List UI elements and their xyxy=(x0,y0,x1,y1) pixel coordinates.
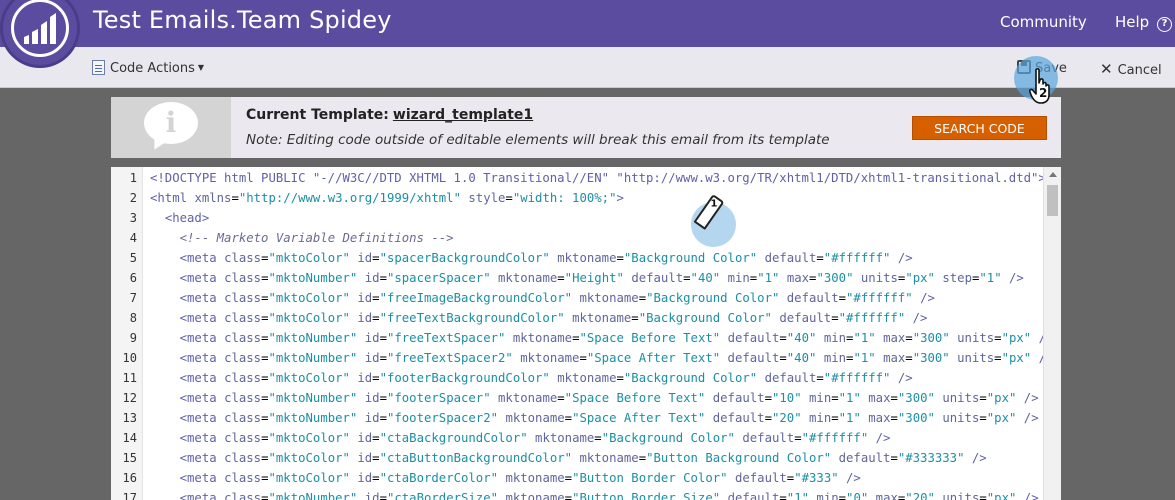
code-line[interactable]: 16 <meta class="mktoColor" id="ctaBorder… xyxy=(111,468,1043,488)
info-i-glyph: i xyxy=(165,106,177,139)
code-text: <meta class="mktoNumber" id="footerSpace… xyxy=(179,391,1039,405)
line-number: 9 xyxy=(129,331,137,345)
code-text: <meta class="mktoColor" id="ctaBackgroun… xyxy=(179,431,891,445)
editor-toolbar: Code Actions▼ Save ✕Cancel xyxy=(0,47,1175,88)
code-actions-menu[interactable]: Code Actions ▼ xyxy=(92,60,204,76)
line-number: 11 xyxy=(122,371,137,385)
code-line[interactable]: 11 <meta class="mktoColor" id="footerBac… xyxy=(111,368,1043,388)
line-number: 12 xyxy=(122,391,137,405)
code-line[interactable]: 7 <meta class="mktoColor" id="freeImageB… xyxy=(111,288,1043,308)
app-header: Test Emails.Team Spidey Community Help ? xyxy=(0,0,1175,47)
page-title: Test Emails.Team Spidey xyxy=(93,6,392,34)
code-text: <meta class="mktoNumber" id="freeTextSpa… xyxy=(179,351,1054,365)
code-text: <!DOCTYPE html PUBLIC "-//W3C//DTD XHTML… xyxy=(150,171,1046,185)
template-warning-note: Note: Editing code outside of editable e… xyxy=(246,132,830,148)
code-line[interactable]: 12 <meta class="mktoNumber" id="footerSp… xyxy=(111,388,1043,408)
line-number: 14 xyxy=(122,431,137,445)
code-actions-label: Code Actions xyxy=(110,61,195,76)
scrollbar-thumb[interactable] xyxy=(1047,185,1058,216)
template-name-link[interactable]: wizard_template1 xyxy=(393,107,533,123)
code-line[interactable]: 17 <meta class="mktoNumber" id="ctaBorde… xyxy=(111,488,1043,500)
code-text: <meta class="mktoColor" id="footerBackgr… xyxy=(179,371,913,385)
code-line[interactable]: 2 <html xmlns="http://www.w3.org/1999/xht… xyxy=(111,188,1043,208)
info-bubble-icon: i xyxy=(144,102,198,144)
code-line[interactable]: 6 <meta class="mktoNumber" id="spacerSpa… xyxy=(111,268,1043,288)
current-template-heading: Current Template: wizard_template1 xyxy=(246,107,533,123)
cancel-button[interactable]: ✕ Cancel xyxy=(1100,60,1162,78)
current-template-label: Current Template: xyxy=(246,107,389,123)
code-text: <head> xyxy=(164,211,210,225)
code-editor[interactable]: 1 <!DOCTYPE html PUBLIC "-//W3C//DTD XHTM… xyxy=(111,167,1061,500)
step-2-number: 2 xyxy=(1039,86,1048,100)
code-text: <meta class="mktoNumber" id="ctaBorderSi… xyxy=(179,491,1039,500)
help-label: Help xyxy=(1115,13,1150,31)
scroll-up-arrow-icon[interactable] xyxy=(1049,172,1057,177)
line-number: 6 xyxy=(129,271,137,285)
step-1-number: 1 xyxy=(710,198,718,210)
code-line[interactable]: 13 <meta class="mktoNumber" id="footerSp… xyxy=(111,408,1043,428)
code-line[interactable]: 4 <!-- Marketo Variable Definitions --> xyxy=(111,228,1043,248)
code-text: <meta class="mktoNumber" id="spacerSpace… xyxy=(179,271,1024,285)
logo-ring xyxy=(11,0,69,57)
vertical-scrollbar[interactable] xyxy=(1043,167,1061,500)
code-lines: 1 <!DOCTYPE html PUBLIC "-//W3C//DTD XHTM… xyxy=(111,168,1054,500)
code-text: <html xmlns="http://www.w3.org/1999/xhtm… xyxy=(150,191,624,205)
hand-cursor-icon: 2 xyxy=(1028,68,1055,106)
code-text: <!-- Marketo Variable Definitions --> xyxy=(179,231,454,245)
search-code-button[interactable]: SEARCH CODE xyxy=(912,116,1047,140)
code-text: <meta class="mktoColor" id="freeImageBac… xyxy=(179,291,935,305)
line-number: 4 xyxy=(129,231,137,245)
line-number: 10 xyxy=(122,351,137,365)
code-line[interactable]: 9 <meta class="mktoNumber" id="freeTextS… xyxy=(111,328,1054,348)
help-link[interactable]: Help ? xyxy=(1115,13,1172,32)
community-link[interactable]: Community xyxy=(1000,13,1087,31)
line-number: 15 xyxy=(122,451,137,465)
line-number: 16 xyxy=(122,471,137,485)
code-line[interactable]: 15 <meta class="mktoColor" id="ctaButton… xyxy=(111,448,1043,468)
template-info-banner: i Current Template: wizard_template1 Note… xyxy=(111,97,1061,158)
code-line[interactable]: 5 <meta class="mktoColor" id="spacerBack… xyxy=(111,248,1043,268)
cancel-label: Cancel xyxy=(1117,63,1162,78)
line-number: 2 xyxy=(129,191,137,205)
line-number: 1 xyxy=(129,171,137,185)
line-number: 7 xyxy=(129,291,137,305)
code-text: <meta class="mktoColor" id="freeTextBack… xyxy=(179,311,928,325)
code-line[interactable]: 14 <meta class="mktoColor" id="ctaBackgr… xyxy=(111,428,1043,448)
logo-bars-graphic xyxy=(24,13,56,44)
line-number: 8 xyxy=(129,311,137,325)
code-text: <meta class="mktoColor" id="spacerBackgr… xyxy=(179,251,913,265)
info-icon-panel: i xyxy=(111,97,231,158)
help-circle-icon: ? xyxy=(1156,17,1172,32)
line-number: 17 xyxy=(122,491,137,500)
document-icon xyxy=(92,60,105,75)
code-text: <meta class="mktoNumber" id="freeTextSpa… xyxy=(179,331,1054,345)
line-number: 13 xyxy=(122,411,137,425)
code-text: <meta class="mktoColor" id="ctaBorderCol… xyxy=(179,471,861,485)
line-number: 5 xyxy=(129,251,137,265)
code-text: <meta class="mktoColor" id="ctaButtonBac… xyxy=(179,451,987,465)
code-line[interactable]: 8 <meta class="mktoColor" id="freeTextBa… xyxy=(111,308,1043,328)
line-number: 3 xyxy=(129,211,137,225)
code-line[interactable]: 10 <meta class="mktoNumber" id="freeText… xyxy=(111,348,1054,368)
code-line[interactable]: 1 <!DOCTYPE html PUBLIC "-//W3C//DTD XHTM… xyxy=(111,168,1046,188)
code-line[interactable]: 3 <head> xyxy=(111,208,1043,228)
close-icon: ✕ xyxy=(1100,60,1113,78)
code-text: <meta class="mktoNumber" id="footerSpace… xyxy=(179,411,1039,425)
caret-down-icon: ▼ xyxy=(197,63,205,72)
